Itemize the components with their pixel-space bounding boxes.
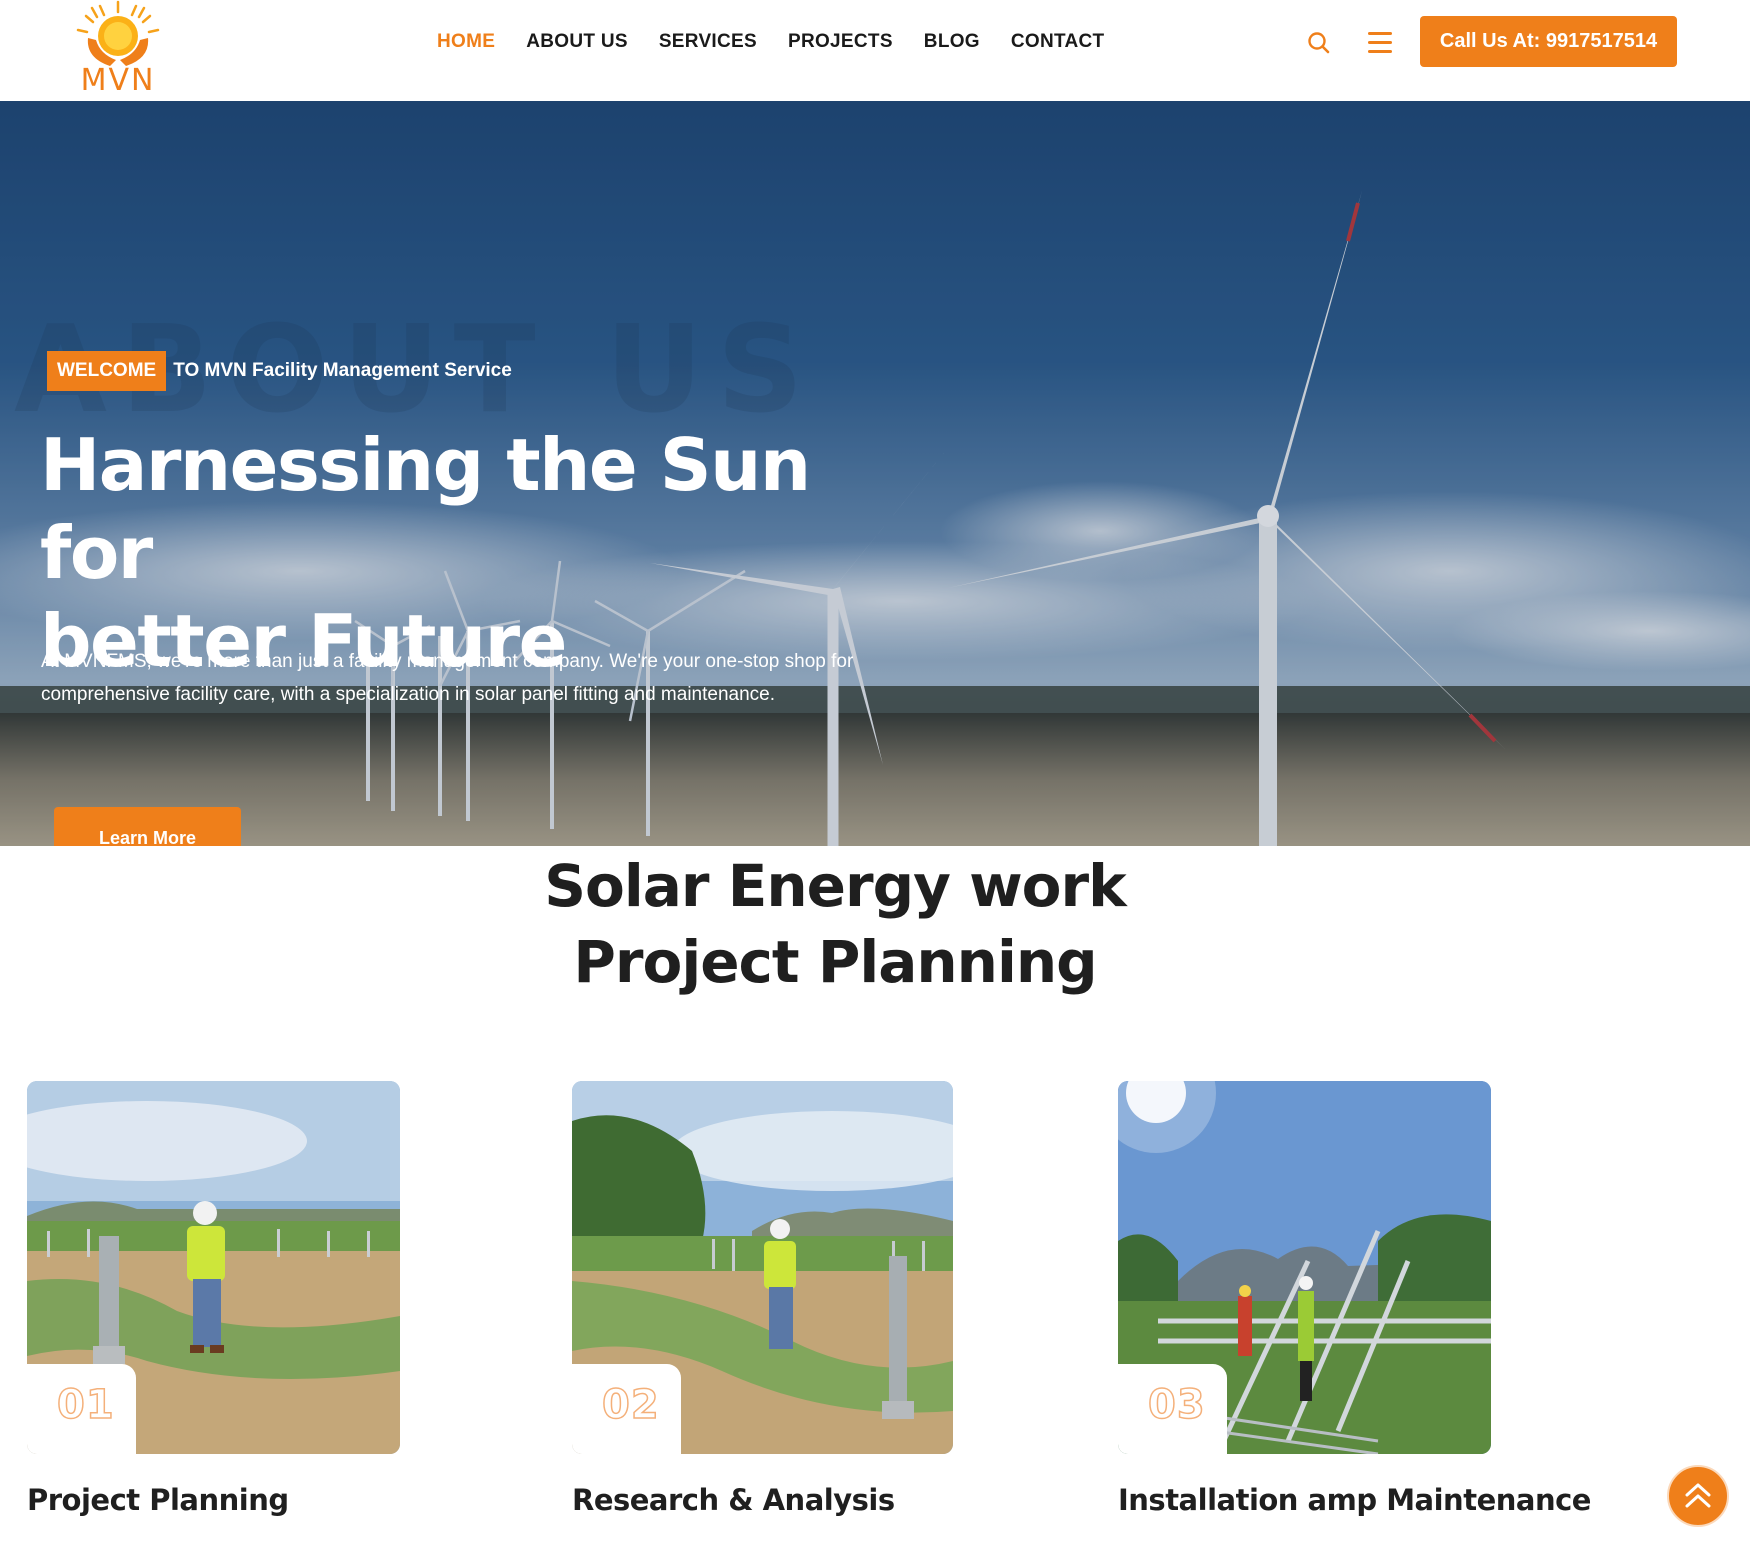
section-title-line-1: Solar Energy work xyxy=(544,852,1126,920)
scroll-to-top-button[interactable] xyxy=(1667,1465,1729,1527)
card-2-image: 02 xyxy=(572,1081,953,1454)
nav-services[interactable]: SERVICES xyxy=(659,28,757,56)
welcome-badge: WELCOME xyxy=(47,351,167,391)
welcome-line: WELCOME TO MVN Facility Management Servi… xyxy=(47,351,512,391)
card-1-number-tab: 01 xyxy=(27,1364,136,1454)
card-2-title[interactable]: Research & Analysis xyxy=(572,1483,895,1517)
card-3-image: 03 xyxy=(1118,1081,1491,1454)
nav-home[interactable]: HOME xyxy=(437,28,495,56)
hero-section: ABOUT US WELCOME TO MVN Facility Managem… xyxy=(0,101,1750,846)
main-nav: HOME ABOUT US SERVICES PROJECTS BLOG CON… xyxy=(437,28,1135,56)
card-3-title[interactable]: Installation amp Maintenance xyxy=(1118,1483,1591,1517)
nav-blog[interactable]: BLOG xyxy=(924,28,980,56)
site-header: MVN HOME ABOUT US SERVICES PROJECTS BLOG… xyxy=(0,0,1750,102)
section-title-line-2: Project Planning xyxy=(573,928,1097,996)
card-3-number: 03 xyxy=(1147,1381,1206,1429)
hamburger-menu-icon[interactable] xyxy=(1368,32,1392,54)
project-card-1[interactable]: 01 Project Planning xyxy=(27,1081,447,1541)
card-2-number: 02 xyxy=(601,1381,660,1429)
call-us-button[interactable]: Call Us At: 9917517514 xyxy=(1420,16,1677,67)
nav-contact[interactable]: CONTACT xyxy=(1011,28,1105,56)
nav-about-us[interactable]: ABOUT US xyxy=(526,28,628,56)
hero-title-line-1: Harnessing the Sun for xyxy=(40,423,811,595)
logo[interactable]: MVN xyxy=(58,0,178,100)
nav-projects[interactable]: PROJECTS xyxy=(788,28,893,56)
card-3-number-tab: 03 xyxy=(1118,1364,1227,1454)
hero-description: At MVNFMS, we're more than just a facili… xyxy=(41,651,854,705)
section-title: Solar Energy work Project Planning xyxy=(475,848,1195,1000)
card-1-title[interactable]: Project Planning xyxy=(27,1483,289,1517)
search-icon[interactable] xyxy=(1306,30,1332,56)
card-2-number-tab: 02 xyxy=(572,1364,681,1454)
welcome-text: TO MVN Facility Management Service xyxy=(173,360,512,381)
sun-logo-icon xyxy=(76,0,160,66)
card-1-number: 01 xyxy=(56,1381,115,1429)
logo-text: MVN xyxy=(80,63,156,98)
project-card-2[interactable]: 02 Research & Analysis xyxy=(572,1081,992,1541)
learn-more-button[interactable]: Learn More xyxy=(54,807,241,846)
project-card-3[interactable]: 03 Installation amp Maintenance xyxy=(1118,1081,1591,1541)
card-1-image: 01 xyxy=(27,1081,400,1454)
double-chevron-up-icon xyxy=(1685,1483,1711,1508)
